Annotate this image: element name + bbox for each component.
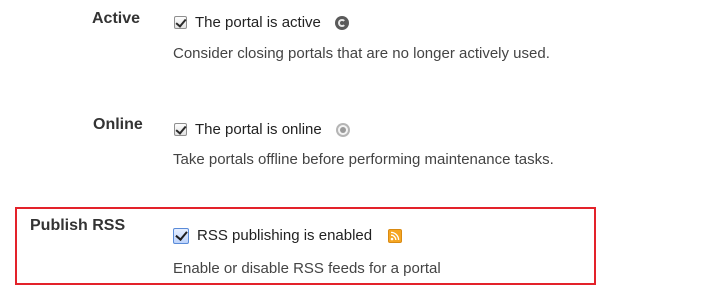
online-checkbox[interactable] <box>174 123 187 136</box>
active-description: Consider closing portals that are no lon… <box>173 45 550 62</box>
active-control: The portal is active <box>174 14 349 31</box>
active-checkbox-label[interactable]: The portal is active <box>195 14 321 31</box>
active-checkbox[interactable] <box>174 16 187 29</box>
highlight-box <box>15 207 596 285</box>
active-label: Active <box>92 10 141 27</box>
online-description: Take portals offline before performing m… <box>173 151 554 168</box>
status-active-icon <box>334 15 349 30</box>
online-control: The portal is online <box>174 121 350 138</box>
online-label: Online <box>93 116 143 133</box>
status-online-icon <box>335 122 350 137</box>
online-checkbox-label[interactable]: The portal is online <box>195 121 322 138</box>
